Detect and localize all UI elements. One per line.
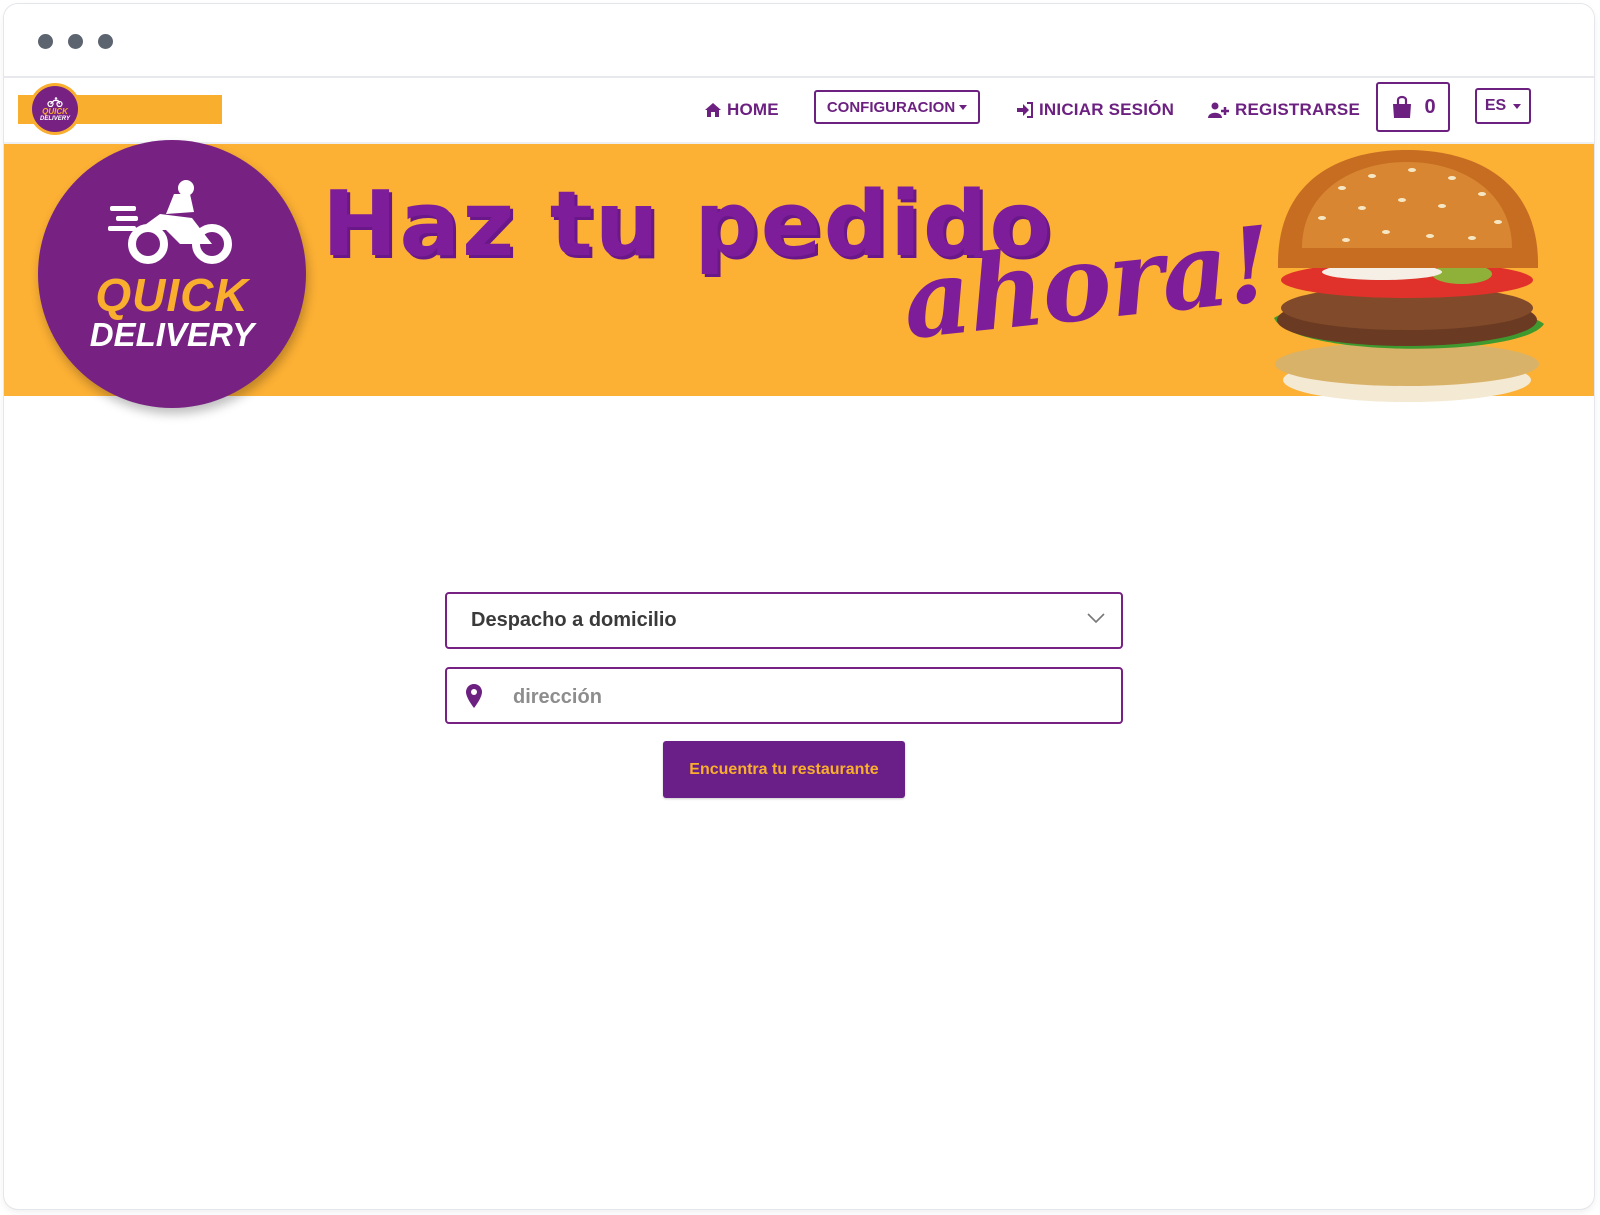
delivery-type-select[interactable]: Despacho a domicilio xyxy=(445,592,1123,649)
nav-login-label: INICIAR SESIÓN xyxy=(1039,100,1175,119)
navbar-logo[interactable]: QUICK DELIVERY xyxy=(32,86,78,132)
nav-home-label: HOME xyxy=(727,100,779,119)
browser-window: QUICK DELIVERY HOME CONFIGURACION INICIA… xyxy=(4,4,1594,1209)
navbar: QUICK DELIVERY HOME CONFIGURACION INICIA… xyxy=(4,78,1594,144)
window-titlebar xyxy=(4,4,1594,78)
address-field[interactable] xyxy=(445,667,1123,724)
banner-logo-text-quick: QUICK xyxy=(95,269,249,321)
banner-logo-text-delivery: DELIVERY xyxy=(89,316,255,353)
banner-logo: QUICK DELIVERY xyxy=(38,140,306,408)
user-plus-icon xyxy=(1208,102,1229,118)
chevron-down-icon xyxy=(1087,613,1105,624)
caret-down-icon xyxy=(1513,103,1522,109)
caret-down-icon xyxy=(959,104,968,110)
motorbike-icon xyxy=(47,96,63,107)
nav-register-link[interactable]: REGISTRARSE xyxy=(1208,78,1360,142)
language-dropdown[interactable]: ES xyxy=(1475,88,1531,124)
nav-home-link[interactable]: HOME xyxy=(704,78,779,142)
nav-register-label: REGISTRARSE xyxy=(1235,100,1360,119)
delivery-type-value: Despacho a domicilio xyxy=(471,609,677,631)
nav-login-link[interactable]: INICIAR SESIÓN xyxy=(1016,78,1174,142)
address-input[interactable] xyxy=(511,681,1095,713)
config-dropdown-label: CONFIGURACION xyxy=(826,98,956,116)
delivery-motorbike-icon xyxy=(108,180,232,264)
shopping-bag-icon xyxy=(1393,95,1412,118)
window-control-dot[interactable] xyxy=(38,34,53,49)
config-dropdown[interactable]: CONFIGURACION xyxy=(814,90,980,124)
home-icon xyxy=(705,103,721,117)
location-pin-icon xyxy=(466,684,482,708)
cart-count: 0 xyxy=(1424,95,1436,118)
burger-image xyxy=(1274,150,1544,402)
sign-in-icon xyxy=(1017,102,1033,118)
navbar-logo-text-delivery: DELIVERY xyxy=(40,115,70,122)
cart-button[interactable]: 0 xyxy=(1376,82,1450,132)
navbar-logo-text-quick: QUICK xyxy=(42,106,68,116)
language-label: ES xyxy=(1484,97,1507,114)
window-control-dot[interactable] xyxy=(98,34,113,49)
window-control-dot[interactable] xyxy=(68,34,83,49)
find-restaurant-button[interactable]: Encuentra tu restaurante xyxy=(663,741,905,798)
